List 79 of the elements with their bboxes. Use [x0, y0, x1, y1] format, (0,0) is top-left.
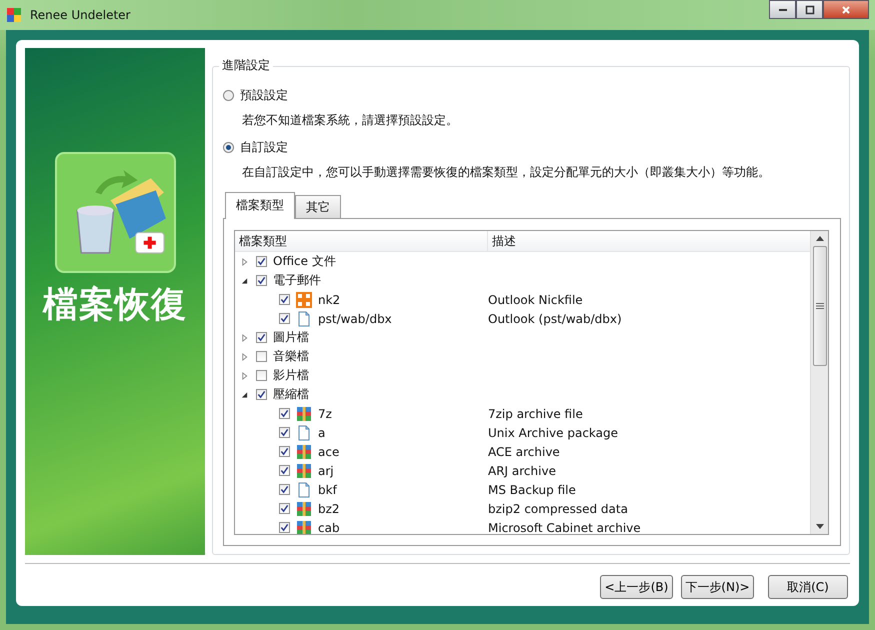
maximize-icon [804, 4, 814, 14]
file-type-name: bkf [318, 482, 337, 496]
file-type-description: MS Backup file [488, 482, 576, 496]
archive-icon [296, 500, 312, 516]
radio-option[interactable]: 預設設定 [223, 87, 288, 104]
file-type-description: Outlook (pst/wab/dbx) [488, 312, 622, 326]
close-icon [841, 4, 851, 14]
checkbox[interactable] [256, 275, 267, 286]
file-type-description: Microsoft Cabinet archive [488, 520, 641, 534]
grip-icon [816, 303, 824, 309]
sidebar-title: 檔案恢復 [43, 284, 187, 327]
tab[interactable]: 其它 [295, 195, 341, 218]
archive-icon [296, 444, 312, 460]
checkbox[interactable] [279, 503, 290, 514]
document-icon [296, 424, 312, 440]
file-type-description: ARJ archive [488, 464, 556, 478]
file-type-name: 壓縮檔 [273, 386, 309, 403]
collapsed-arrow-icon[interactable] [241, 372, 248, 380]
scroll-up-icon[interactable] [816, 236, 824, 241]
checkbox[interactable] [256, 389, 267, 400]
file-type-name: arj [318, 464, 334, 478]
file-type-description: bzip2 compressed data [488, 502, 628, 516]
recycle-bin-folder-icon [54, 152, 176, 273]
checkbox[interactable] [279, 408, 290, 419]
file-type-description: ACE archive [488, 444, 560, 458]
file-type-name: 電子郵件 [273, 272, 321, 289]
file-type-description: Outlook Nickfile [488, 292, 583, 306]
file-type-description: Unix Archive package [488, 426, 618, 440]
file-type-name: 圖片檔 [273, 329, 309, 346]
file-type-name: 音樂檔 [273, 348, 309, 365]
checkbox[interactable] [279, 313, 290, 324]
archive-icon [296, 406, 312, 422]
file-type-name: bz2 [318, 502, 340, 516]
expanded-arrow-icon[interactable] [241, 390, 248, 398]
collapsed-arrow-icon[interactable] [241, 334, 248, 342]
tab[interactable]: 檔案類型 [225, 192, 295, 219]
file-type-name: cab [318, 520, 340, 534]
column-header[interactable]: 描述 [488, 231, 516, 251]
column-header[interactable]: 檔案類型 [235, 231, 488, 251]
scroll-down-icon[interactable] [816, 524, 824, 529]
file-type-name: a [318, 426, 326, 440]
file-type-description: 7zip archive file [488, 406, 583, 420]
collapsed-arrow-icon[interactable] [241, 352, 248, 360]
checkbox[interactable] [279, 484, 290, 495]
app-logo-icon [6, 7, 22, 23]
file-type-name: nk2 [318, 292, 340, 306]
document-icon [296, 482, 312, 498]
document-icon [296, 310, 312, 326]
archive-icon [296, 462, 312, 478]
checkbox[interactable] [279, 465, 290, 476]
checkbox[interactable] [256, 332, 267, 343]
checkbox[interactable] [279, 446, 290, 457]
file-type-name: pst/wab/dbx [318, 312, 392, 326]
group-title: 進階設定 [219, 57, 273, 74]
dialog-button[interactable]: 下一步(N)> [681, 575, 754, 599]
dialog-button[interactable]: <上一步(B) [600, 575, 673, 599]
option-description: 在自訂設定中，您可以手動選擇需要恢復的檔案類型，設定分配單元的大小（即叢集大小）等功能。 [242, 164, 771, 181]
vertical-scrollbar[interactable] [810, 231, 828, 534]
checkbox[interactable] [256, 351, 267, 362]
maximize-button[interactable] [796, 0, 823, 19]
minimize-button[interactable] [769, 0, 796, 19]
checkbox[interactable] [279, 427, 290, 438]
archive-icon [296, 520, 312, 534]
option-description: 若您不知道檔案系統，請選擇預設設定。 [242, 112, 459, 129]
file-type-name: ace [318, 444, 340, 458]
checkbox[interactable] [256, 256, 267, 267]
file-type-name: 影片檔 [273, 367, 309, 384]
window-title: Renee Undeleter [30, 8, 130, 22]
close-button[interactable] [823, 0, 869, 19]
file-type-name: 7z [318, 406, 332, 420]
file-type-name: Office 文件 [273, 253, 336, 270]
checkbox[interactable] [256, 370, 267, 381]
radio-option[interactable]: 自訂設定 [223, 139, 288, 156]
checkbox[interactable] [279, 294, 290, 305]
checkbox[interactable] [279, 522, 290, 533]
dialog-button[interactable]: 取消(C) [768, 575, 848, 599]
minimize-icon [778, 8, 786, 10]
collapsed-arrow-icon[interactable] [241, 258, 248, 266]
expanded-arrow-icon[interactable] [241, 276, 248, 284]
